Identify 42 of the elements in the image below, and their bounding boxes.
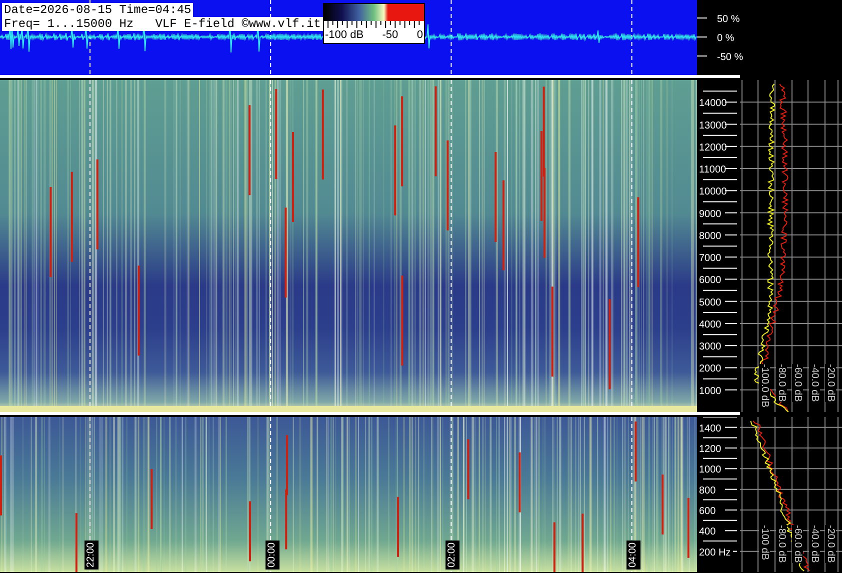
- frequency-label: 13000: [699, 120, 727, 132]
- db-label: -60.0 dB: [792, 525, 803, 563]
- db-label: -60.0 dB: [792, 364, 803, 402]
- frequency-label: 1400: [699, 423, 722, 434]
- frequency-label: 7000: [699, 253, 722, 264]
- db-label: -80.0 dB: [776, 525, 786, 563]
- info-label: Freq= 1...15000 Hz VLF E-field ©www.vlf.it: [2, 17, 323, 31]
- date-time-label: Date=2026-08-15 Time=04:45: [2, 3, 194, 17]
- frequency-label: 1200: [699, 444, 722, 455]
- frequency-label: 2000: [699, 364, 722, 375]
- frequency-label: 11000: [699, 164, 726, 176]
- amplitude-label: -50 %: [717, 52, 744, 63]
- db-label: -20.0 dB: [825, 525, 836, 563]
- frequency-label: 14000: [699, 98, 727, 110]
- frequency-label: 400: [699, 526, 716, 538]
- frequency-label: 1000: [699, 386, 722, 397]
- frequency-label: 1000: [699, 464, 722, 476]
- frequency-label: 12000: [699, 142, 727, 154]
- frequency-label: 600: [699, 506, 716, 517]
- db-label: -100 dB: [759, 525, 770, 560]
- db-label: -80.0 dB: [776, 364, 786, 402]
- db-label: -100.0 dB: [759, 364, 770, 408]
- frequency-label: 6000: [699, 275, 722, 286]
- db-label: -40.0 dB: [808, 525, 820, 563]
- frequency-label: 3000: [699, 342, 722, 353]
- frequency-label: 4000: [699, 319, 722, 330]
- frequency-label: 8000: [699, 230, 722, 242]
- scale-label: -100 dB: [325, 29, 364, 41]
- scale-label: 0: [416, 29, 423, 41]
- db-label: -20.0 dB: [825, 364, 836, 402]
- frequency-label: 9000: [699, 208, 722, 220]
- db-label: -40.0 dB: [808, 364, 820, 402]
- frequency-label: 5000: [699, 297, 722, 308]
- frequency-label: 200 Hz: [699, 547, 731, 558]
- time-label: 02:00: [446, 540, 460, 570]
- scale-label: -50: [382, 29, 398, 41]
- amplitude-label: 50 %: [717, 14, 740, 25]
- amplitude-label: 0 %: [717, 33, 734, 44]
- time-label: 22:00: [84, 540, 99, 570]
- scale-ticks-icon: [326, 21, 422, 29]
- frequency-label: 800: [699, 485, 716, 496]
- frequency-label: 10000: [699, 186, 727, 198]
